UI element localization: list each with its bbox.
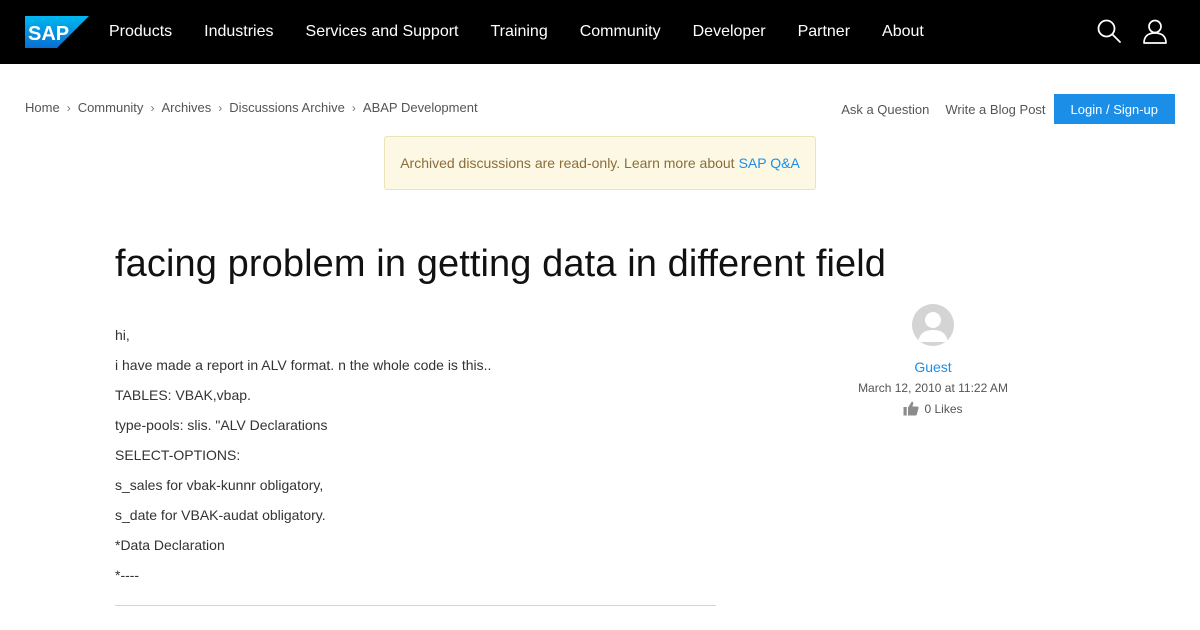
breadcrumb-home[interactable]: Home xyxy=(25,100,60,115)
sap-logo[interactable]: SAP xyxy=(25,16,89,48)
post-body: hi, i have made a report in ALV format. … xyxy=(115,326,716,596)
top-actions: Ask a Question Write a Blog Post Login /… xyxy=(841,94,1175,124)
post-line: type-pools: slis. "ALV Declarations xyxy=(115,417,328,433)
logo-text: SAP xyxy=(28,23,69,45)
nav-partner[interactable]: Partner xyxy=(798,23,850,41)
ask-question-link[interactable]: Ask a Question xyxy=(841,102,929,117)
avatar-icon xyxy=(912,304,954,346)
user-icon[interactable] xyxy=(1142,18,1168,44)
sap-qa-link[interactable]: SAP Q&A xyxy=(739,155,800,171)
breadcrumb-abap-development[interactable]: ABAP Development xyxy=(363,100,478,115)
post-line: s_sales for vbak-kunnr obligatory, xyxy=(115,477,324,493)
post-line: TABLES: VBAK,vbap. xyxy=(115,387,251,403)
archive-notice-banner: Archived discussions are read-only. Lear… xyxy=(384,136,816,190)
nav-services-and-support[interactable]: Services and Support xyxy=(306,23,459,41)
login-signup-button[interactable]: Login / Sign-up xyxy=(1053,94,1175,124)
post-line: SELECT-OPTIONS: xyxy=(115,447,241,463)
search-icon[interactable] xyxy=(1096,18,1122,44)
breadcrumb-separator-icon: › xyxy=(218,100,223,115)
avatar[interactable] xyxy=(912,304,954,346)
nav-community[interactable]: Community xyxy=(580,23,661,41)
nav-products[interactable]: Products xyxy=(109,23,172,41)
post-line: *---- xyxy=(115,567,140,583)
post-line: hi, xyxy=(115,327,130,343)
banner-text: Archived discussions are read-only. Lear… xyxy=(400,155,735,171)
breadcrumb-archives[interactable]: Archives xyxy=(161,100,211,115)
top-navigation: SAP Products Industries Services and Sup… xyxy=(0,0,1200,64)
post-line: s_date for VBAK-audat obligatory. xyxy=(115,507,326,523)
author-name[interactable]: Guest xyxy=(833,359,1033,375)
thumbs-up-icon[interactable] xyxy=(903,401,920,416)
breadcrumb-separator-icon: › xyxy=(66,100,71,115)
nav-developer[interactable]: Developer xyxy=(693,23,766,41)
breadcrumb-separator-icon: › xyxy=(150,100,155,115)
write-blog-post-link[interactable]: Write a Blog Post xyxy=(945,102,1045,117)
likes-label: 0 Likes xyxy=(924,401,963,416)
nav-about[interactable]: About xyxy=(882,23,924,41)
post-line: i have made a report in ALV format. n th… xyxy=(115,357,492,373)
nav-industries[interactable]: Industries xyxy=(204,23,273,41)
breadcrumb: Home › Community › Archives › Discussion… xyxy=(25,100,478,115)
nav-training[interactable]: Training xyxy=(491,23,548,41)
breadcrumb-separator-icon: › xyxy=(351,100,356,115)
breadcrumb-discussions-archive[interactable]: Discussions Archive xyxy=(229,100,345,115)
breadcrumb-community[interactable]: Community xyxy=(78,100,144,115)
post-date: March 12, 2010 at 11:22 AM xyxy=(858,381,1008,395)
post-line: *Data Declaration xyxy=(115,537,225,553)
author-panel: Guest March 12, 2010 at 11:22 AM 0 Likes xyxy=(833,304,1033,416)
main-menu: Products Industries Services and Support… xyxy=(109,0,956,64)
content-divider xyxy=(115,605,716,606)
likes-count: 0 Likes xyxy=(833,401,1033,416)
page-title: facing problem in getting data in differ… xyxy=(115,243,887,285)
